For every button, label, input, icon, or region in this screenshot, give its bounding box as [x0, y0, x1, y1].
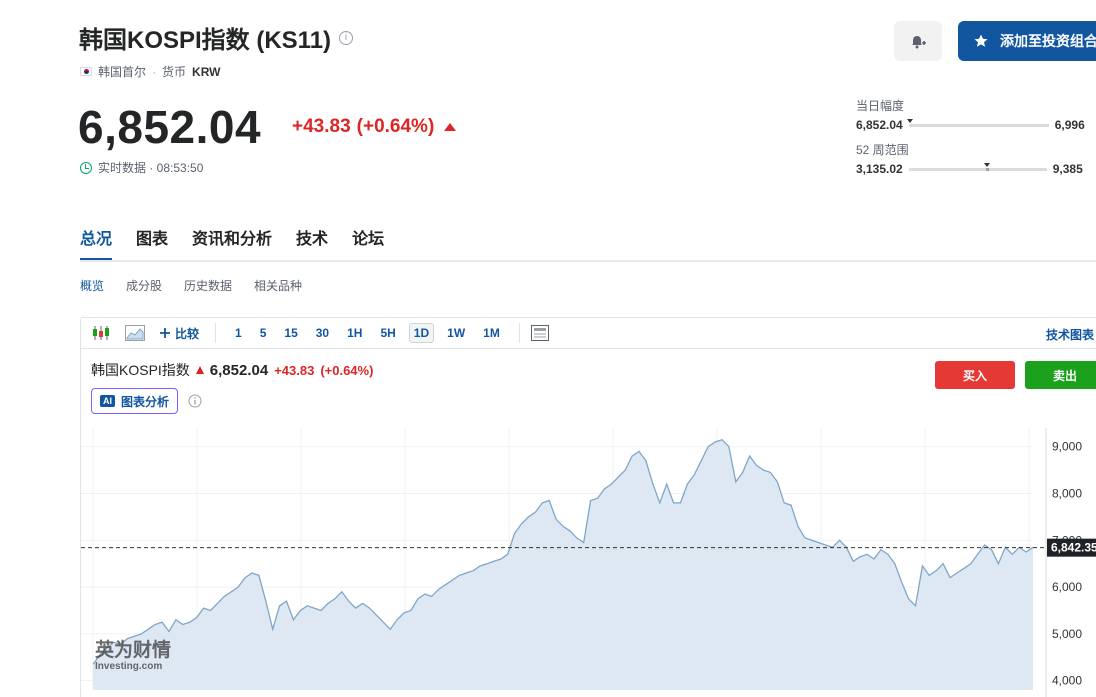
tab-overview[interactable]: 总况 — [80, 225, 113, 261]
ai-badge-icon: AI — [100, 395, 115, 407]
currency-value: KRW — [192, 64, 221, 79]
day-range-low: 6,852.04 — [856, 118, 903, 132]
day-range-high: 6,996 — [1054, 118, 1085, 132]
korea-flag-icon — [80, 67, 92, 76]
realtime-text: 实时数据 · 08:53:50 — [98, 161, 204, 175]
interval-15[interactable]: 15 — [279, 323, 302, 343]
star-icon — [974, 34, 988, 47]
page-title: 韩国KOSPI指数 (KS11) i — [79, 20, 354, 55]
tab-chart[interactable]: 图表 — [136, 225, 168, 249]
technical-chart-link[interactable]: 技术图表 — [1046, 326, 1094, 343]
interval-1d[interactable]: 1D — [408, 323, 435, 343]
subtab-summary[interactable]: 概览 — [80, 277, 104, 294]
y-tick-label: 8,000 — [1052, 487, 1082, 501]
interval-30[interactable]: 30 — [311, 323, 334, 343]
country-label: 韩国首尔 — [98, 65, 147, 79]
realtime-status: 实时数据 · 08:53:50 — [80, 159, 203, 176]
chart-toolbar: 比较 1 5 15 30 1H 5H 1D 1W 1M 技术图表 — [81, 318, 1096, 349]
add-to-portfolio-button[interactable]: 添加至投资组合 — [958, 21, 1096, 61]
chart-price: 6,852.04 — [209, 361, 269, 379]
last-price: 6,852.04 — [78, 101, 262, 153]
week52-range-label: 52 周范围 — [856, 143, 909, 157]
y-tick-label: 4,000 — [1052, 674, 1082, 688]
week52-range-marker — [984, 162, 991, 167]
main-tabs: 总况 图表 资讯和分析 技术 论坛 — [80, 225, 384, 261]
y-tick-label: 9,000 — [1052, 440, 1082, 454]
week52-range-high: 9,385 — [1052, 162, 1083, 176]
day-range-label: 当日幅度 — [856, 99, 905, 113]
chart-change-percent: (+0.64%) — [320, 362, 374, 378]
buy-button[interactable]: 买入 — [935, 361, 1015, 389]
compare-button[interactable]: 比较 — [159, 325, 199, 342]
subtab-components[interactable]: 成分股 — [126, 277, 162, 294]
interval-1w[interactable]: 1W — [442, 323, 470, 343]
sub-tabs: 概览 成分股 历史数据 相关品种 — [80, 277, 302, 294]
day-range-marker — [907, 118, 914, 123]
current-value-label: 6,842.35 — [1051, 541, 1096, 555]
info-icon[interactable] — [188, 394, 202, 408]
plus-icon — [160, 328, 170, 338]
chart-widget: 比较 1 5 15 30 1H 5H 1D 1W 1M 技术图表 韩国KOSPI… — [80, 317, 1096, 697]
interval-5h[interactable]: 5H — [375, 323, 400, 343]
ai-chart-analysis-label: 图表分析 — [121, 394, 170, 409]
currency-label: 货币 — [162, 65, 187, 79]
week52-range-low: 3,135.02 — [856, 162, 903, 176]
news-overlay-icon[interactable] — [530, 323, 550, 343]
info-icon[interactable]: i — [339, 30, 354, 45]
area-fill — [93, 439, 1033, 690]
subtab-related[interactable]: 相关品种 — [254, 277, 302, 294]
clock-icon — [80, 161, 92, 174]
add-alert-button[interactable] — [894, 21, 942, 61]
y-tick-label: 5,000 — [1052, 627, 1082, 641]
tabs-divider — [80, 260, 1096, 262]
watermark-cn: 英为财情 — [95, 638, 171, 661]
week52-range-fill — [986, 167, 990, 171]
subtab-historical-data[interactable]: 历史数据 — [184, 277, 232, 294]
ai-chart-analysis-button[interactable]: AI 图表分析 — [91, 388, 179, 414]
tab-news-analysis[interactable]: 资讯和分析 — [192, 225, 272, 249]
day-range-bar — [907, 118, 1049, 127]
interval-1[interactable]: 1 — [230, 323, 247, 343]
chart-instrument-name: 韩国KOSPI指数 — [91, 362, 190, 378]
price-chart[interactable]: 4,0005,0006,0007,0008,0009,0006,842.35英为… — [81, 428, 1096, 697]
chart-change: +43.83 — [274, 362, 315, 378]
up-arrow-icon — [444, 123, 457, 131]
candlestick-icon[interactable] — [91, 323, 111, 343]
change-value: +43.83 — [292, 116, 351, 137]
chart-legend: 韩国KOSPI指数 6,852.04 +43.83 (+0.64%) — [91, 360, 373, 380]
instrument-meta: 韩国首尔 · 货币 KRW — [80, 63, 220, 80]
bell-plus-icon — [912, 36, 926, 49]
change-percent: (+0.64%) — [356, 116, 435, 137]
interval-1h[interactable]: 1H — [342, 323, 367, 343]
tab-forum[interactable]: 论坛 — [352, 225, 384, 249]
interval-5[interactable]: 5 — [255, 323, 272, 343]
up-arrow-icon — [195, 366, 204, 374]
sell-button[interactable]: 卖出 — [1025, 361, 1096, 389]
day-range: 当日幅度 6,852.04 6,996 — [856, 97, 1096, 132]
watermark-en: Investing.com — [95, 661, 162, 672]
price-change: +43.83 (+0.64%) — [292, 116, 457, 138]
week52-range: 52 周范围 3,135.02 9,385 — [856, 141, 1096, 176]
tab-technical[interactable]: 技术 — [296, 225, 328, 249]
week52-range-bar — [908, 162, 1047, 171]
area-chart-icon[interactable] — [125, 323, 145, 343]
add-to-portfolio-label: 添加至投资组合 — [1000, 33, 1096, 49]
y-tick-label: 6,000 — [1052, 580, 1082, 594]
title-text: 韩国KOSPI指数 (KS11) — [79, 27, 332, 54]
interval-1m[interactable]: 1M — [478, 323, 505, 343]
compare-label: 比较 — [175, 326, 200, 341]
